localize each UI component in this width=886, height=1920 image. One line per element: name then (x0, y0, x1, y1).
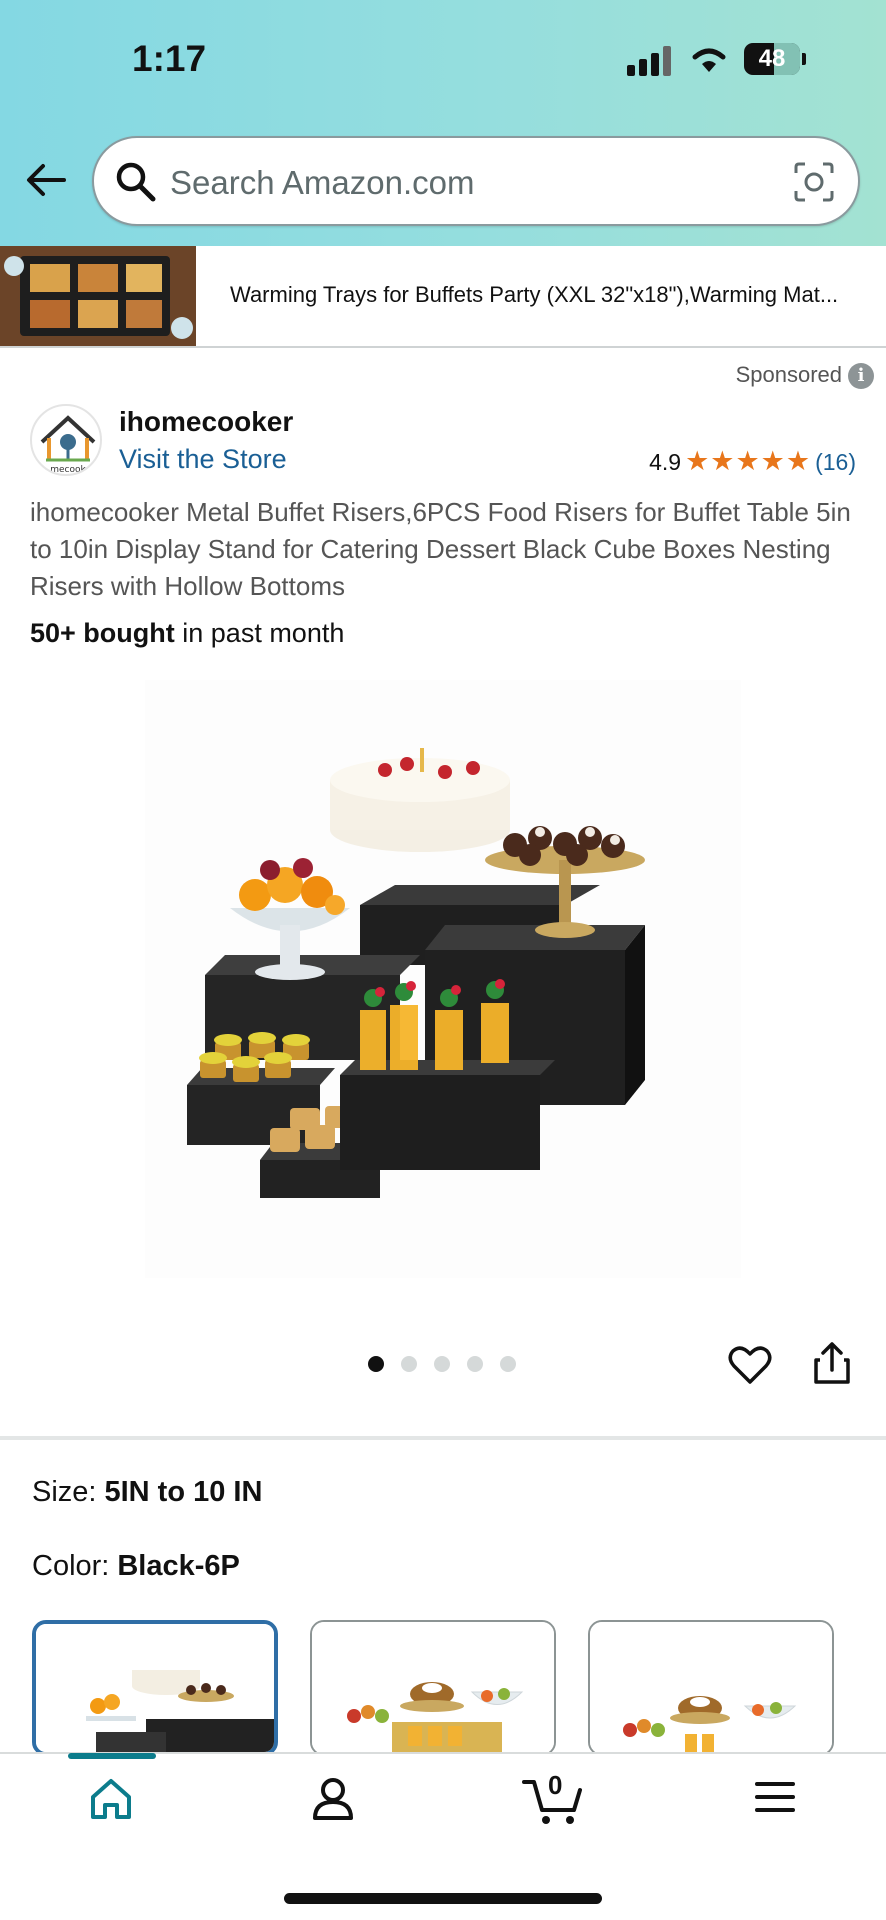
battery-icon: 48 (744, 43, 800, 75)
sponsored-product-banner[interactable]: Warming Trays for Buffets Party (XXL 32"… (0, 246, 886, 348)
wifi-icon (692, 48, 726, 72)
promo-thumbnail[interactable] (0, 246, 196, 346)
share-icon[interactable] (812, 1340, 852, 1386)
brand-name: ihomecooker (119, 406, 294, 437)
active-tab-indicator (68, 1753, 156, 1759)
cart-count[interactable]: 0 (548, 1770, 562, 1801)
visit-store-link[interactable]: Visit the Store (119, 444, 287, 475)
size-selector[interactable]: Size: 5IN to 10 IN (32, 1476, 262, 1509)
sponsored-label: Sponsored i (736, 362, 874, 390)
color-swatch-black-6p[interactable] (32, 1620, 278, 1756)
svg-text:mecook: mecook (50, 465, 86, 475)
rating-value: 4.9 (649, 449, 682, 475)
search-bar[interactable]: Search Amazon.com (92, 136, 860, 226)
star-rating-icon: ★★★★★ (685, 446, 812, 476)
promo-title[interactable]: Warming Trays for Buffets Party (XXL 32"… (230, 282, 870, 308)
review-count[interactable]: (16) (815, 449, 856, 475)
section-divider (0, 1436, 886, 1440)
purchase-stat: 50+ bought in past month (30, 618, 345, 648)
cellular-signal-icon (627, 46, 673, 76)
account-icon[interactable] (310, 1776, 356, 1822)
carousel-dot[interactable] (500, 1356, 516, 1372)
info-icon[interactable]: i (848, 363, 874, 390)
carousel-dot[interactable] (368, 1356, 384, 1372)
product-title: ihomecooker Metal Buffet Risers,6PCS Foo… (30, 497, 851, 601)
search-input[interactable]: Search Amazon.com (170, 164, 474, 202)
image-carousel-indicator[interactable] (368, 1356, 533, 1377)
size-value: 5IN to 10 IN (104, 1476, 263, 1508)
rating[interactable]: 4.9 ★★★★★ (16) (649, 446, 856, 477)
status-time: 1:17 (132, 38, 207, 79)
battery-nub (802, 53, 806, 65)
search-icon[interactable] (114, 160, 158, 204)
home-indicator[interactable] (284, 1893, 602, 1904)
carousel-dot[interactable] (401, 1356, 417, 1372)
heart-icon[interactable] (728, 1344, 772, 1386)
camera-search-icon[interactable] (792, 160, 836, 204)
home-icon[interactable] (88, 1776, 134, 1822)
product-image[interactable] (145, 680, 741, 1278)
color-swatch-gold[interactable] (310, 1620, 556, 1756)
store-logo[interactable]: mecook (30, 404, 102, 476)
color-value: Black-6P (117, 1550, 240, 1582)
color-selector[interactable]: Color: Black-6P (32, 1550, 240, 1583)
back-arrow-icon[interactable] (24, 158, 68, 202)
color-swatch-silver[interactable] (588, 1620, 834, 1756)
menu-icon[interactable] (754, 1776, 796, 1818)
carousel-dot[interactable] (434, 1356, 450, 1372)
carousel-dot[interactable] (467, 1356, 483, 1372)
